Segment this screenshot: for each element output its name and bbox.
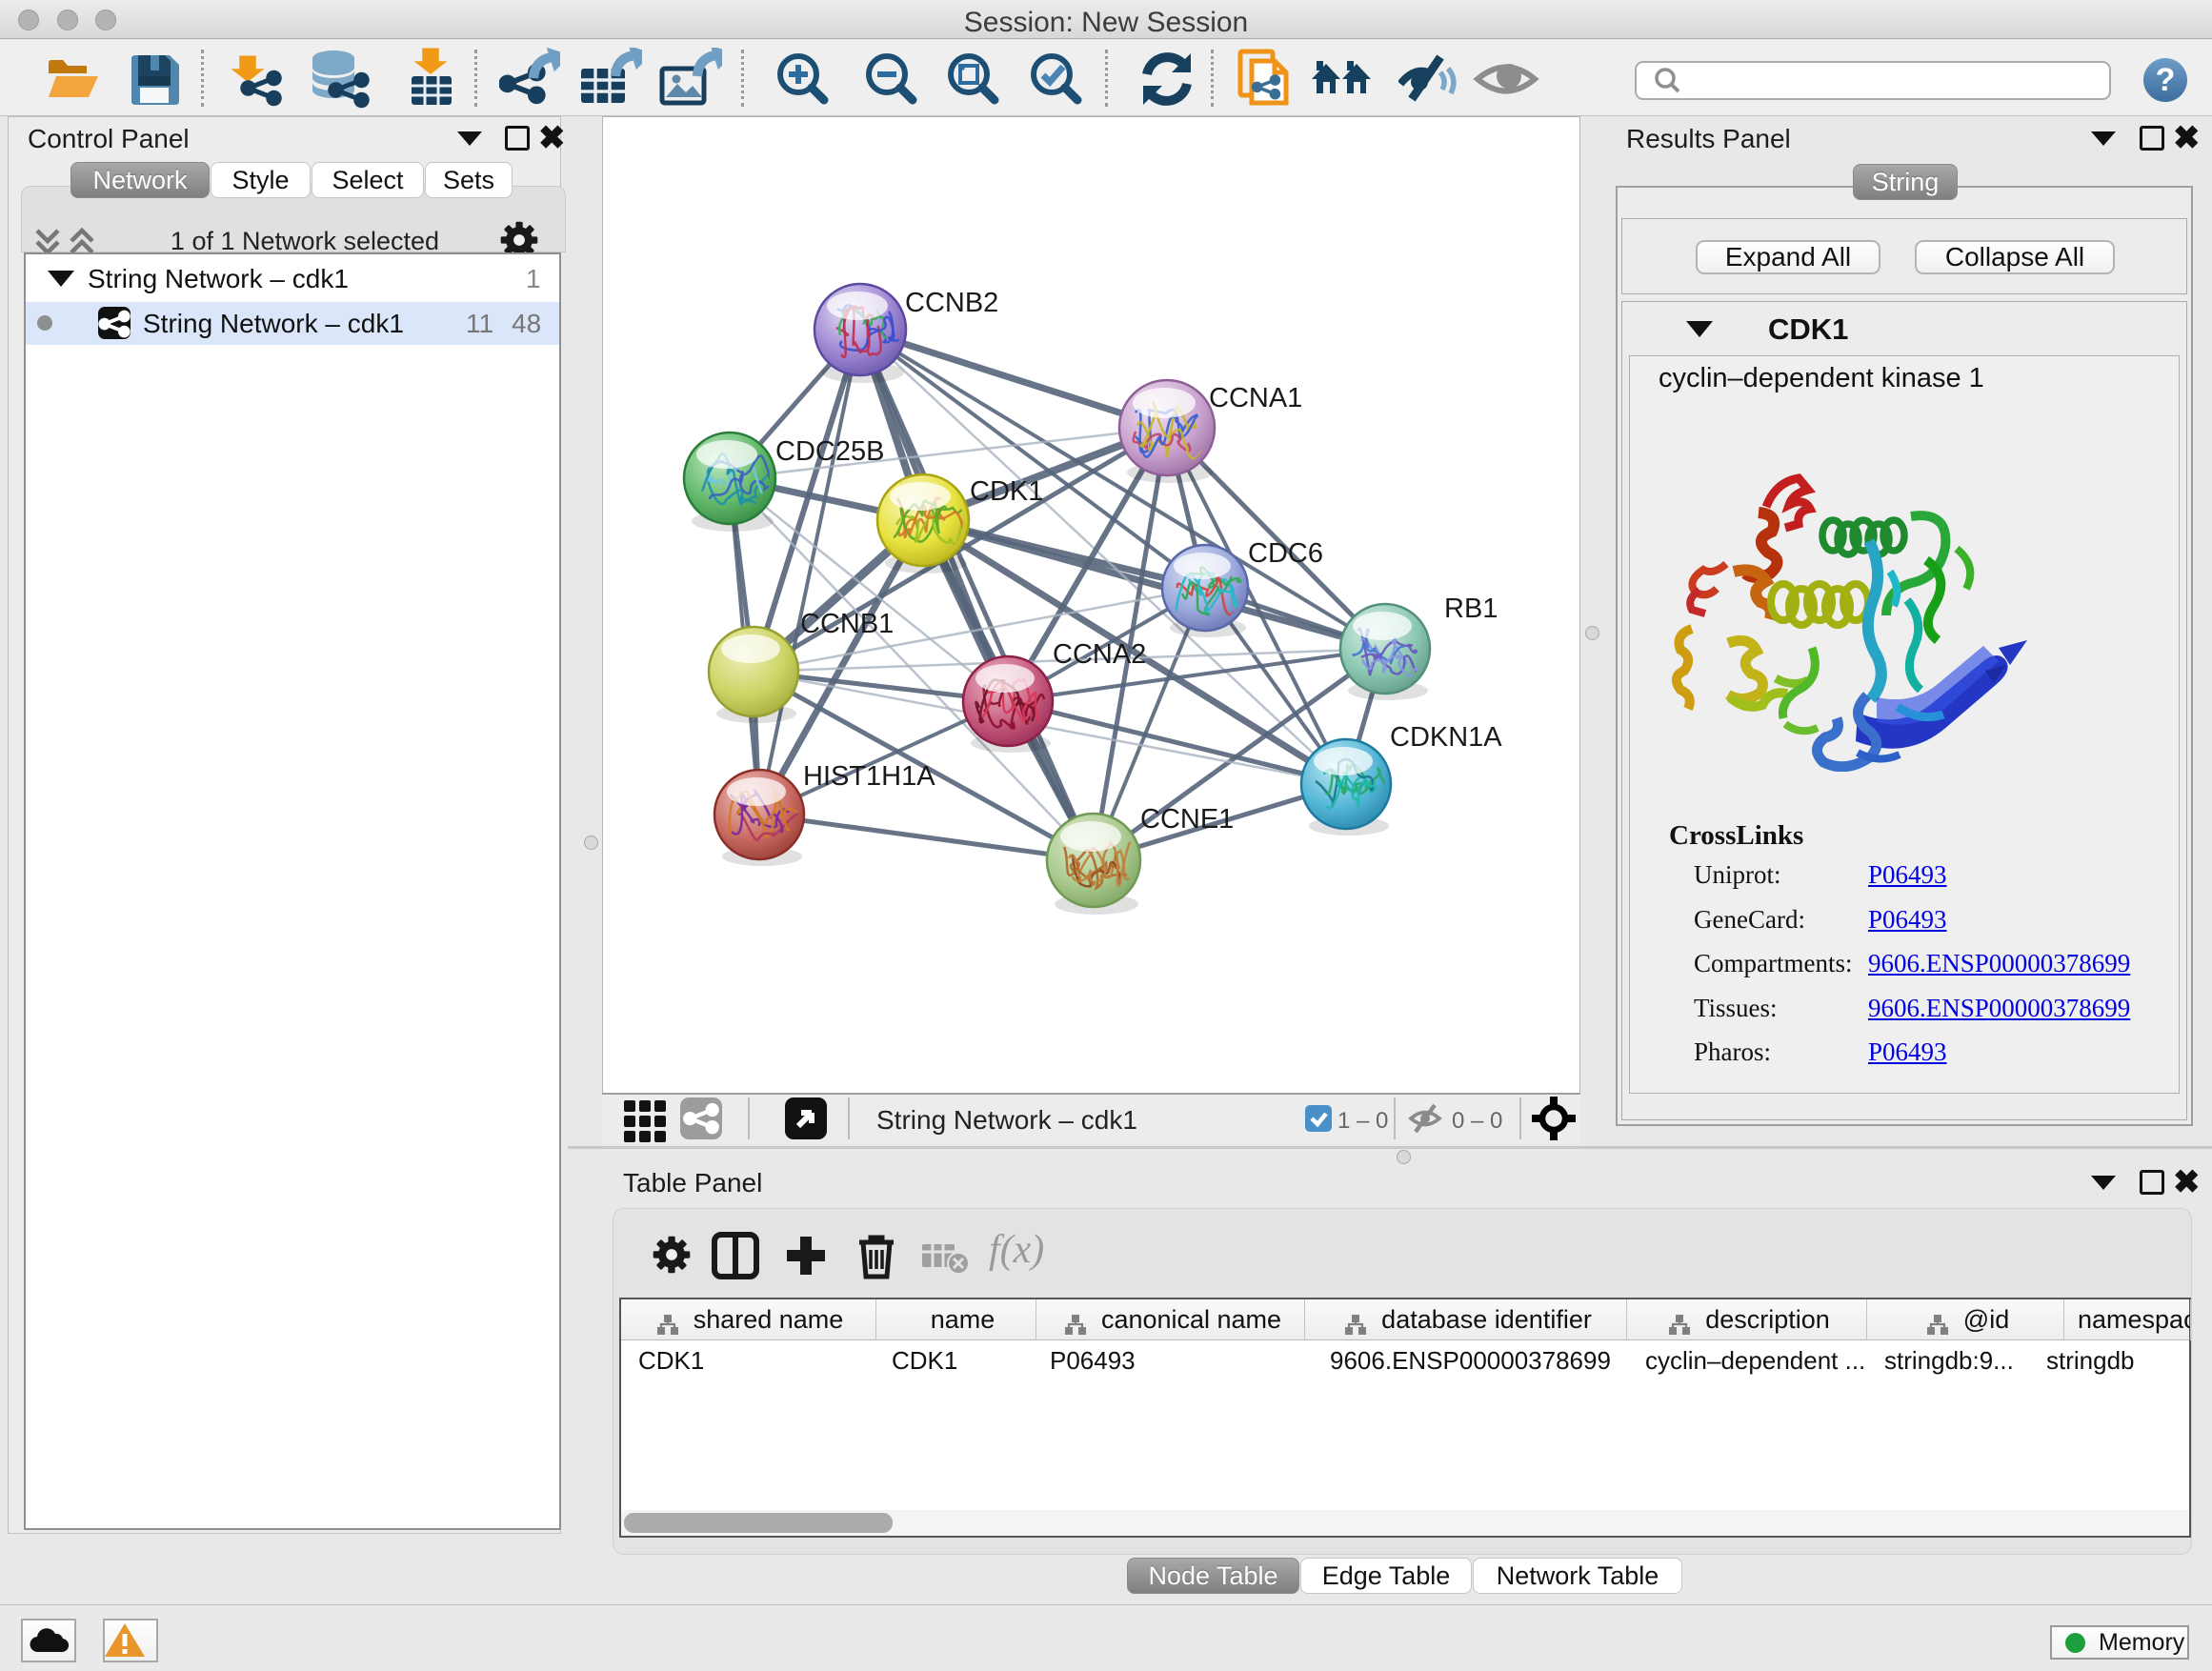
svg-text:CCNE1: CCNE1	[1140, 804, 1234, 835]
svg-text:RB1: RB1	[1444, 594, 1498, 624]
svg-text:CCNA2: CCNA2	[1053, 639, 1146, 670]
svg-text:CDK1: CDK1	[970, 476, 1043, 507]
svg-text:HIST1H1A: HIST1H1A	[803, 761, 935, 792]
svg-text:CCNA1: CCNA1	[1209, 383, 1302, 413]
svg-text:CDC25B: CDC25B	[775, 436, 884, 467]
svg-text:CCNB1: CCNB1	[800, 609, 894, 639]
svg-text:CCNB2: CCNB2	[905, 288, 998, 318]
svg-text:CDKN1A: CDKN1A	[1390, 722, 1502, 753]
svg-text:CDC6: CDC6	[1248, 538, 1323, 569]
